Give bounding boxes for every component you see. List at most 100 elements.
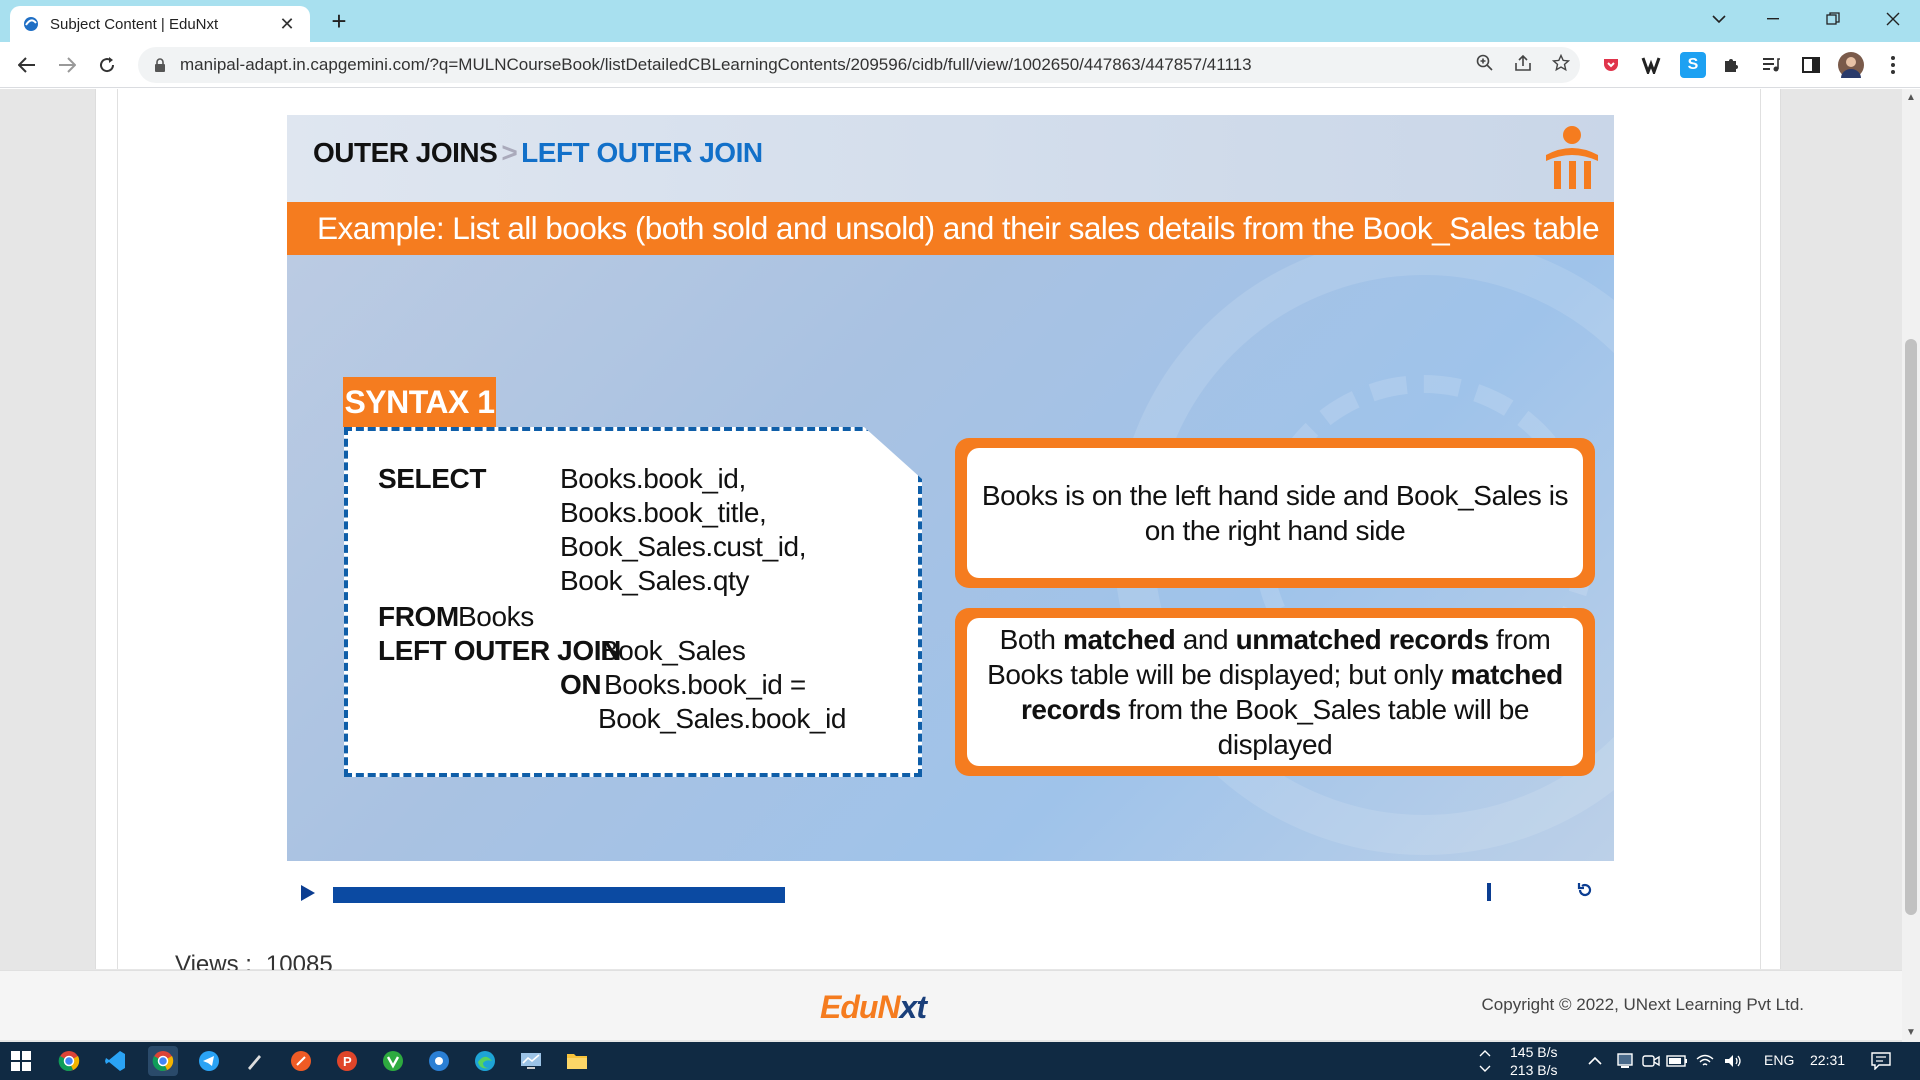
- browser-titlebar: Subject Content | EduNxt ✕ +: [0, 0, 1920, 42]
- progress-bar[interactable]: [333, 887, 1493, 903]
- footer: EduNxt Copyright © 2022, UNext Learning …: [0, 970, 1902, 1040]
- code-line: Book_Sales.qty: [560, 565, 749, 596]
- postman-taskbar-icon[interactable]: [286, 1046, 316, 1076]
- note-text: Both matched and unmatched records from …: [967, 618, 1583, 766]
- play-icon[interactable]: [301, 885, 315, 901]
- battery-icon[interactable]: [1662, 1046, 1692, 1076]
- chrome-menu-icon[interactable]: [1880, 52, 1906, 78]
- breadcrumb-current: LEFT OUTER JOIN: [521, 137, 763, 168]
- scroll-thumb[interactable]: [1905, 339, 1917, 915]
- windows-start-icon[interactable]: [6, 1046, 36, 1076]
- video-slide[interactable]: OUTER JOINS > LEFT OUTER JOIN Example: Lis…: [287, 115, 1614, 861]
- code-on-keyword: ON: [560, 669, 602, 700]
- example-banner: Example: List all books (both sold and u…: [287, 202, 1614, 255]
- code-line: Book_Sales.cust_id,: [560, 531, 807, 562]
- progress-fill: [333, 887, 786, 903]
- reload-icon[interactable]: [92, 50, 122, 80]
- veeam-taskbar-icon[interactable]: [378, 1046, 408, 1076]
- pen-app-taskbar-icon[interactable]: [240, 1046, 270, 1076]
- edge-taskbar-icon[interactable]: [470, 1046, 500, 1076]
- app-taskbar-icon[interactable]: [424, 1046, 454, 1076]
- browser-tab[interactable]: Subject Content | EduNxt ✕: [10, 6, 310, 42]
- wappalyzer-extension-icon[interactable]: [1638, 52, 1664, 78]
- video-player-controls: [287, 875, 1614, 915]
- replay-icon[interactable]: [1577, 881, 1593, 904]
- edunxt-logo[interactable]: EduNxt: [820, 989, 927, 1026]
- side-panel-icon[interactable]: [1798, 52, 1824, 78]
- back-arrow-icon[interactable]: [12, 50, 42, 80]
- brand-text: xt: [899, 989, 927, 1025]
- file-explorer-taskbar-icon[interactable]: [562, 1046, 592, 1076]
- chrome-active-taskbar-icon[interactable]: [148, 1046, 178, 1076]
- bookmark-star-icon[interactable]: [1542, 53, 1580, 77]
- code-line: Books: [458, 601, 534, 632]
- windows-taskbar: P 145 B/s 213 B/s ENG 22:31: [0, 1042, 1920, 1080]
- manipal-logo: [1542, 121, 1602, 193]
- close-window-button[interactable]: [1866, 0, 1920, 38]
- zoom-icon[interactable]: [1466, 54, 1504, 77]
- p-app-taskbar-icon[interactable]: P: [332, 1046, 362, 1076]
- content-divider: [1760, 89, 1761, 969]
- slide-breadcrumb: OUTER JOINS > LEFT OUTER JOIN: [313, 137, 763, 169]
- code-line: Book_Sales.book_id: [598, 703, 847, 734]
- code-from-keyword: FROM: [378, 601, 459, 632]
- code-join-keyword: LEFT OUTER JOIN: [378, 635, 621, 666]
- page-content: OUTER JOINS > LEFT OUTER JOIN Example: Lis…: [0, 89, 1902, 1080]
- network-speed-arrows-icon: [1470, 1046, 1500, 1076]
- language-indicator[interactable]: ENG: [1764, 1052, 1794, 1068]
- tab-close-icon[interactable]: ✕: [276, 14, 298, 35]
- share-icon[interactable]: [1504, 54, 1542, 77]
- new-tab-button[interactable]: +: [323, 6, 355, 38]
- url-text[interactable]: manipal-adapt.in.capgemini.com/?q=MULNCo…: [180, 55, 1466, 75]
- extensions-puzzle-icon[interactable]: [1718, 52, 1744, 78]
- pocket-extension-icon[interactable]: [1598, 52, 1624, 78]
- note-text-part: Both: [999, 624, 1063, 655]
- note-text: Books is on the left hand side and Book_…: [967, 448, 1583, 578]
- note-box: Both matched and unmatched records from …: [955, 608, 1595, 776]
- address-bar[interactable]: manipal-adapt.in.capgemini.com/?q=MULNCo…: [138, 47, 1580, 83]
- minimize-button[interactable]: [1746, 0, 1800, 38]
- tab-search-icon[interactable]: [1692, 0, 1746, 38]
- restore-button[interactable]: [1806, 0, 1860, 38]
- tab-title: Subject Content | EduNxt: [50, 15, 219, 33]
- code-select-keyword: SELECT: [378, 463, 487, 494]
- sql-code-box: SELECT Books.book_id, Books.book_title, …: [344, 427, 922, 777]
- code-line: Books.book_id =: [604, 669, 806, 700]
- note-box: Books is on the left hand side and Book_…: [955, 438, 1595, 588]
- slide-header: OUTER JOINS > LEFT OUTER JOIN: [287, 115, 1614, 202]
- volume-icon[interactable]: [1718, 1046, 1748, 1076]
- wifi-icon[interactable]: [1690, 1046, 1720, 1076]
- syntax-label: SYNTAX 1: [343, 377, 496, 427]
- network-upload-speed: 145 B/s: [1510, 1044, 1558, 1060]
- note-bold: unmatched records: [1235, 624, 1489, 655]
- breadcrumb-separator: >: [501, 137, 518, 168]
- breadcrumb-parent: OUTER JOINS: [313, 137, 498, 168]
- svg-text:P: P: [343, 1054, 352, 1069]
- forward-arrow-icon[interactable]: [52, 50, 82, 80]
- telegram-taskbar-icon[interactable]: [194, 1046, 224, 1076]
- note-bold: matched: [1062, 624, 1176, 655]
- brand-text: EduN: [820, 989, 901, 1025]
- clock[interactable]: 22:31: [1810, 1052, 1845, 1068]
- content-divider: [117, 89, 118, 969]
- scroll-down-arrow-icon[interactable]: ▼: [1902, 1024, 1920, 1042]
- network-download-speed: 213 B/s: [1510, 1062, 1558, 1078]
- s-extension-icon[interactable]: S: [1680, 52, 1706, 78]
- code-line: Book_Sales: [600, 635, 746, 666]
- profile-avatar[interactable]: [1838, 52, 1864, 78]
- lock-icon[interactable]: [154, 57, 166, 73]
- media-controls-icon[interactable]: [1758, 52, 1784, 78]
- chevron-up-icon[interactable]: [1580, 1046, 1610, 1076]
- copyright-text: Copyright © 2022, UNext Learning Pvt Ltd…: [1481, 995, 1804, 1014]
- edunxt-favicon-icon: [22, 15, 40, 33]
- page-scrollbar[interactable]: ▲ ▼: [1902, 89, 1920, 1042]
- note-text-part: and: [1175, 624, 1236, 655]
- scroll-up-arrow-icon[interactable]: ▲: [1902, 89, 1920, 107]
- volume-slider[interactable]: [1487, 883, 1491, 901]
- browser-toolbar: manipal-adapt.in.capgemini.com/?q=MULNCo…: [0, 42, 1920, 88]
- vscode-taskbar-icon[interactable]: [100, 1046, 130, 1076]
- notifications-icon[interactable]: [1866, 1046, 1896, 1076]
- note-text-part: from the Book_Sales table will be displa…: [1120, 694, 1530, 760]
- chrome-taskbar-icon[interactable]: [54, 1046, 84, 1076]
- monitor-app-taskbar-icon[interactable]: [516, 1046, 546, 1076]
